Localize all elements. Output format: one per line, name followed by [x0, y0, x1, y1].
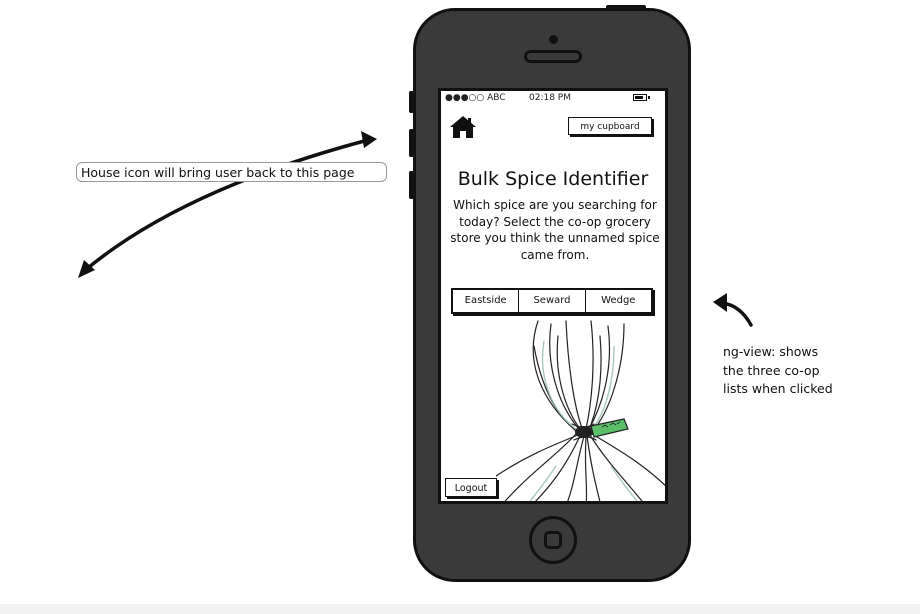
battery-tip: [648, 96, 650, 99]
arrowhead-right: [361, 131, 377, 148]
tab-eastside[interactable]: Eastside: [453, 290, 520, 312]
battery-icon: [633, 94, 647, 101]
front-camera: [549, 35, 558, 44]
page-title: Bulk Spice Identifier: [457, 168, 649, 190]
volume-down-button: [409, 171, 414, 199]
volume-up-button: [409, 129, 414, 157]
status-time: 02:18 PM: [529, 93, 571, 103]
logout-button[interactable]: Logout: [445, 478, 497, 497]
ngview-annotation: ng-view: shows the three co-op lists whe…: [723, 344, 833, 396]
tab-wedge[interactable]: Wedge: [586, 290, 651, 312]
house-annotation-arrow: [81, 138, 370, 274]
phone-screen: ●●●○○ ABC 02:18 PM my cupboard Bulk Spic…: [438, 88, 668, 504]
phone-home-button[interactable]: [529, 516, 577, 564]
power-button: [606, 5, 646, 10]
home-button-square-icon: [544, 531, 562, 549]
tab-seward[interactable]: Seward: [519, 290, 586, 312]
page-description: Which spice are you searching for today?…: [450, 198, 660, 262]
arrowhead-ngview: [713, 293, 727, 312]
my-cupboard-button[interactable]: my cupboard: [568, 117, 652, 135]
status-bar: ●●●○○ ABC 02:18 PM: [441, 91, 665, 105]
coop-tabs: Eastside Seward Wedge: [451, 288, 653, 314]
phone-frame: ●●●○○ ABC 02:18 PM my cupboard Bulk Spic…: [409, 5, 691, 582]
earpiece-speaker: [524, 50, 582, 63]
status-carrier: ●●●○○ ABC: [445, 93, 506, 103]
mute-switch: [409, 91, 414, 113]
house-icon-annotation: House icon will bring user back to this …: [76, 162, 387, 182]
house-icon[interactable]: [449, 115, 477, 139]
spice-bag-illustration: [496, 320, 665, 501]
